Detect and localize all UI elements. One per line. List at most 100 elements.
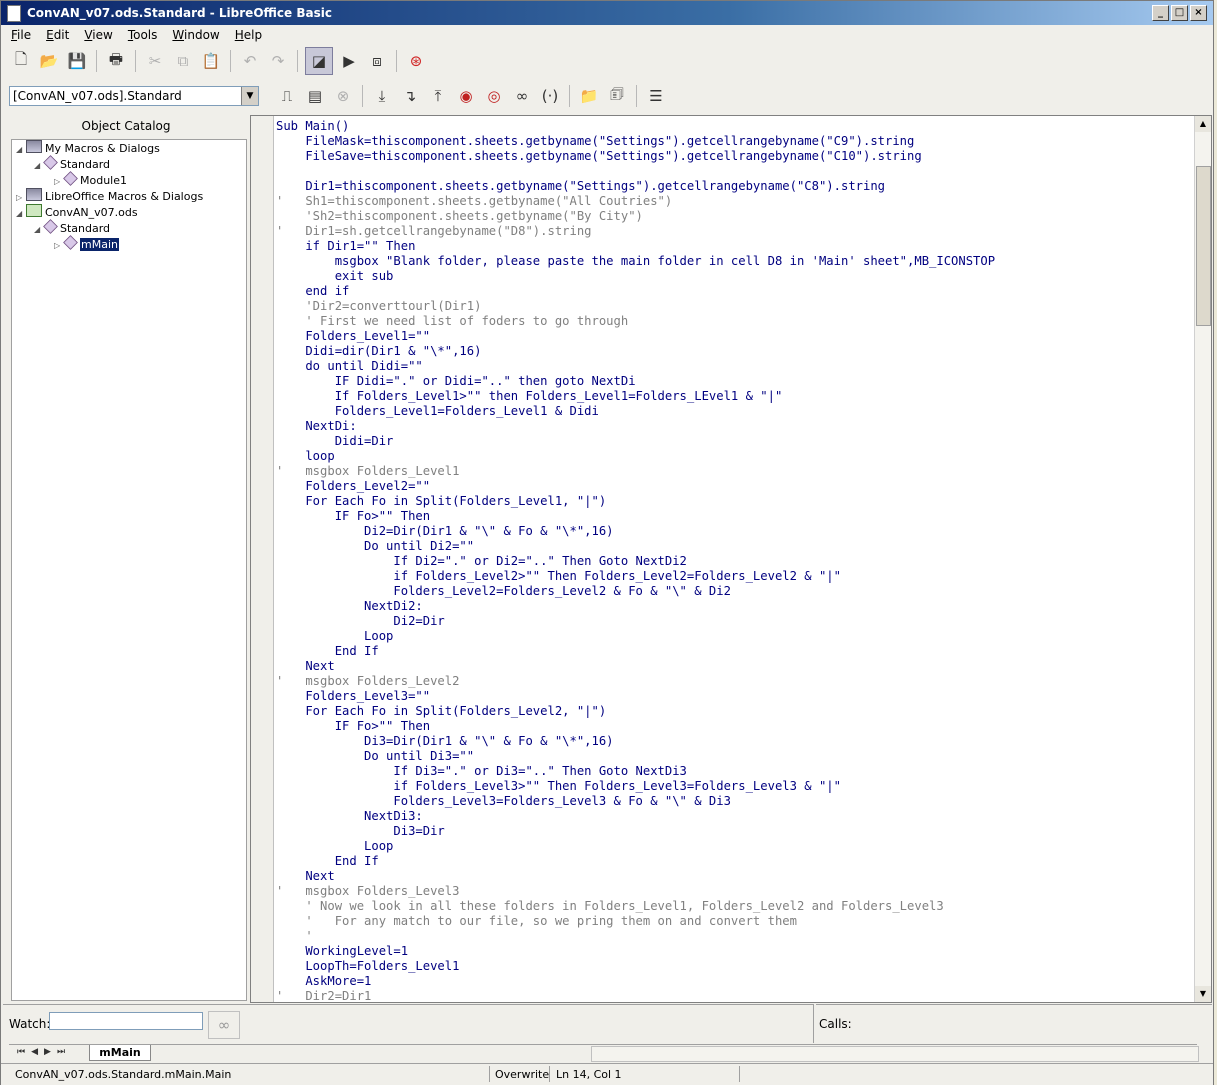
tree-node-document[interactable]: ◢ ConvAN_v07.ods <box>16 204 138 220</box>
compile-icon[interactable]: ⎍ <box>275 84 299 108</box>
save-icon[interactable]: 💾 <box>65 49 89 73</box>
scroll-thumb[interactable] <box>1196 166 1211 326</box>
code-line[interactable]: IF Fo>"" Then <box>276 509 995 524</box>
tree-node-module1[interactable]: ▷ Module1 <box>54 171 127 188</box>
code-line[interactable]: NextDi: <box>276 419 995 434</box>
expanded-icon[interactable]: ◢ <box>34 158 44 174</box>
code-line[interactable]: ' msgbox Folders_Level1 <box>276 464 995 479</box>
code-line[interactable]: Sub Main() <box>276 119 995 134</box>
code-line[interactable]: ' First we need list of foders to go thr… <box>276 314 995 329</box>
expanded-icon[interactable]: ◢ <box>16 142 26 158</box>
code-line[interactable]: if Folders_Level2>"" Then Folders_Level2… <box>276 569 995 584</box>
run-icon[interactable]: ▤ <box>303 84 327 108</box>
open-folder-icon[interactable]: 📂 <box>37 49 61 73</box>
code-line[interactable]: Folders_Level3=Folders_Level3 & Fo & "\"… <box>276 794 995 809</box>
code-line[interactable]: do until Didi="" <box>276 359 995 374</box>
new-document-icon[interactable]: 🗋 <box>9 49 33 73</box>
code-line[interactable]: Dir1=thiscomponent.sheets.getbyname("Set… <box>276 179 995 194</box>
vertical-scrollbar[interactable]: ▲ ▼ <box>1194 116 1211 1002</box>
code-line[interactable]: NextDi2: <box>276 599 995 614</box>
horizontal-scrollbar[interactable] <box>591 1046 1199 1062</box>
code-line[interactable]: Folders_Level3="" <box>276 689 995 704</box>
code-line[interactable]: ' Dir1=sh.getcellrangebyname("D8").strin… <box>276 224 995 239</box>
chevron-down-icon[interactable]: ▼ <box>241 87 258 105</box>
code-line[interactable] <box>276 164 995 179</box>
manage-breakpoints-icon[interactable]: ◎ <box>482 84 506 108</box>
menu-tools[interactable]: Tools <box>118 25 163 42</box>
print-icon[interactable]: 🖶 <box>104 49 128 73</box>
code-line[interactable]: ' Dir2=Dir1 <box>276 989 995 1004</box>
code-line[interactable]: Folders_Level2="" <box>276 479 995 494</box>
find-parentheses-icon[interactable]: (·) <box>538 84 562 108</box>
breakpoint-gutter[interactable] <box>251 116 274 1002</box>
undo-icon[interactable]: ↶ <box>238 49 262 73</box>
code-editor[interactable]: Sub Main() FileMask=thiscomponent.sheets… <box>250 115 1212 1003</box>
code-line[interactable]: If Di2="." or Di2=".." Then Goto NextDi2 <box>276 554 995 569</box>
code-line[interactable]: FileSave=thiscomponent.sheets.getbyname(… <box>276 149 995 164</box>
breakpoint-icon[interactable]: ◉ <box>454 84 478 108</box>
stop-icon[interactable]: ⊗ <box>331 84 355 108</box>
tree-node-libreoffice-macros[interactable]: ▷ LibreOffice Macros & Dialogs <box>16 188 203 204</box>
code-line[interactable]: IF Didi="." or Didi=".." then goto NextD… <box>276 374 995 389</box>
tab-mmain[interactable]: mMain <box>89 1045 151 1061</box>
glasses-icon[interactable]: ∞ <box>208 1011 240 1039</box>
code-line[interactable]: If Di3="." or Di3=".." Then Goto NextDi3 <box>276 764 995 779</box>
scroll-down-icon[interactable]: ▼ <box>1195 986 1211 1002</box>
code-line[interactable]: loop <box>276 449 995 464</box>
code-line[interactable]: IF Fo>"" Then <box>276 719 995 734</box>
watch-input[interactable] <box>49 1012 203 1030</box>
menu-edit[interactable]: Edit <box>36 25 74 42</box>
code-line[interactable]: Do until Di2="" <box>276 539 995 554</box>
menu-help[interactable]: Help <box>225 25 267 42</box>
code-line[interactable]: Di2=Dir <box>276 614 995 629</box>
code-line[interactable]: Folders_Level2=Folders_Level2 & Fo & "\"… <box>276 584 995 599</box>
code-line[interactable]: ' <box>276 929 995 944</box>
code-line[interactable]: Next <box>276 659 995 674</box>
export-basic-icon[interactable]: 🗊 <box>605 84 629 108</box>
collapsed-icon[interactable]: ▷ <box>54 238 64 254</box>
tree-node-my-macros[interactable]: ◢ My Macros & Dialogs <box>16 140 160 156</box>
code-line[interactable]: Di3=Dir <box>276 824 995 839</box>
code-line[interactable]: Loop <box>276 629 995 644</box>
enable-watch-icon[interactable]: ∞ <box>510 84 534 108</box>
code-line[interactable]: msgbox "Blank folder, please paste the m… <box>276 254 995 269</box>
tab-navigation-icons[interactable]: ⏮◀▶⏭ <box>17 1047 71 1057</box>
menu-file[interactable]: File <box>1 25 36 42</box>
code-line[interactable]: 'Sh2=thiscomponent.sheets.getbyname("By … <box>276 209 995 224</box>
code-line[interactable]: Di3=Dir(Dir1 & "\" & Fo & "\*",16) <box>276 734 995 749</box>
scroll-up-icon[interactable]: ▲ <box>1195 116 1211 132</box>
step-out-icon[interactable]: ⤒ <box>426 84 450 108</box>
code-line[interactable]: Di2=Dir(Dir1 & "\" & Fo & "\*",16) <box>276 524 995 539</box>
close-button[interactable]: × <box>1190 5 1207 21</box>
code-line[interactable]: ' For any match to our file, so we pring… <box>276 914 995 929</box>
code-line[interactable]: LoopTh=Folders_Level1 <box>276 959 995 974</box>
code-line[interactable]: For Each Fo in Split(Folders_Level1, "|"… <box>276 494 995 509</box>
library-select[interactable]: [ConvAN_v07.ods].Standard ▼ <box>9 86 259 106</box>
menu-window[interactable]: Window <box>162 25 224 42</box>
code-line[interactable]: End If <box>276 854 995 869</box>
code-line[interactable]: Do until Di3="" <box>276 749 995 764</box>
help-lifebuoy-icon[interactable]: ⊛ <box>404 49 428 73</box>
code-line[interactable]: AskMore=1 <box>276 974 995 989</box>
code-line[interactable]: WorkingLevel=1 <box>276 944 995 959</box>
code-line[interactable]: 'Dir2=converttourl(Dir1) <box>276 299 995 314</box>
object-catalog-icon[interactable]: ◪ <box>305 47 333 75</box>
code-line[interactable]: ' Sh1=thiscomponent.sheets.getbyname("Al… <box>276 194 995 209</box>
code-line[interactable]: For Each Fo in Split(Folders_Level2, "|"… <box>276 704 995 719</box>
tree-node-standard-mymacros[interactable]: ◢ Standard <box>34 155 110 174</box>
import-basic-icon[interactable]: 📁 <box>577 84 601 108</box>
code-line[interactable]: Loop <box>276 839 995 854</box>
code-line[interactable]: ' Now we look in all these folders in Fo… <box>276 899 995 914</box>
code-line[interactable]: Next <box>276 869 995 884</box>
code-line[interactable]: Didi=Dir <box>276 434 995 449</box>
code-line[interactable]: ' msgbox Folders_Level2 <box>276 674 995 689</box>
macros-icon[interactable]: ▶ <box>337 49 361 73</box>
code-line[interactable]: ' msgbox Folders_Level3 <box>276 884 995 899</box>
menu-view[interactable]: View <box>74 25 117 42</box>
maximize-button[interactable]: □ <box>1171 5 1188 21</box>
code-line[interactable]: FileMask=thiscomponent.sheets.getbyname(… <box>276 134 995 149</box>
tree-node-standard-doc[interactable]: ◢ Standard <box>34 219 110 236</box>
select-module-icon[interactable]: ⧈ <box>365 49 389 73</box>
code-line[interactable]: NextDi3: <box>276 809 995 824</box>
tree-node-mmain[interactable]: ▷ mMain <box>54 235 119 254</box>
